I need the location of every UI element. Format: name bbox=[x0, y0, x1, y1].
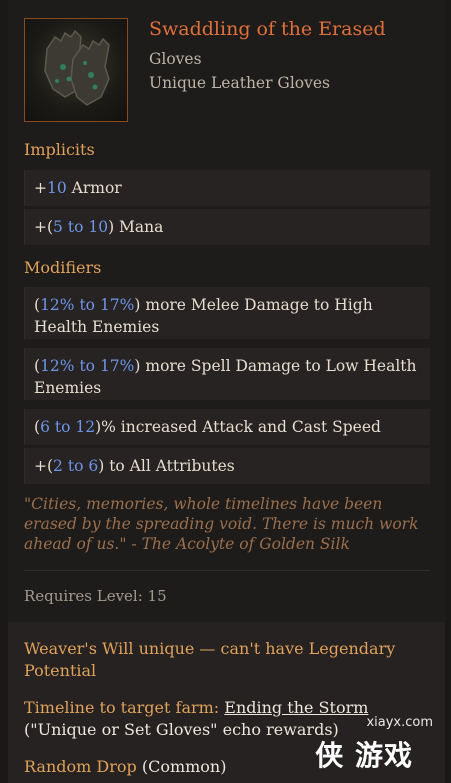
drop-label: Random Drop bbox=[24, 757, 137, 776]
farm-suffix: ("Unique or Set Gloves" echo rewards) bbox=[24, 720, 339, 739]
affix-suffix: ) to All Attributes bbox=[98, 457, 235, 475]
gloves-icon-art bbox=[44, 29, 110, 106]
affix-prefix: + bbox=[34, 179, 47, 197]
affix-suffix: ) Mana bbox=[108, 218, 164, 236]
modifier-row: (12% to 17%) more Melee Damage to High H… bbox=[24, 287, 430, 339]
affix-max-value: 6 bbox=[88, 457, 99, 475]
affix-suffix: )% increased Attack and Cast Speed bbox=[95, 418, 381, 436]
watermark-logo: 侠 游戏 bbox=[315, 739, 413, 772]
timeline-link[interactable]: Ending the Storm bbox=[224, 698, 368, 717]
affix-range-sep: to bbox=[49, 418, 76, 436]
affix-min-value: 2 bbox=[53, 457, 63, 475]
affix-max-value: 10 bbox=[88, 218, 109, 236]
lore-text: "Cities, memories, whole timelines have … bbox=[24, 495, 419, 553]
weavers-will-note: Weaver's Will unique — can't have Legend… bbox=[24, 639, 396, 680]
drop-rarity: (Common) bbox=[136, 757, 227, 776]
affix-min-value: 10 bbox=[47, 179, 67, 197]
implicits-heading: Implicits bbox=[24, 140, 95, 159]
affix-min-value: 6 bbox=[40, 418, 50, 436]
affix-max-value: 17% bbox=[99, 296, 135, 314]
item-tooltip-card: Swaddling of the Erased Gloves Unique Le… bbox=[8, 0, 445, 783]
item-type: Gloves bbox=[149, 50, 202, 68]
item-subtype: Unique Leather Gloves bbox=[149, 74, 330, 92]
affix-prefix: +( bbox=[34, 457, 54, 475]
affix-range-sep: to bbox=[74, 296, 100, 314]
farm-prefix: Timeline to target farm: bbox=[24, 698, 225, 717]
affix-min-value: 5 bbox=[53, 218, 63, 236]
watermark-site: xiayx.com bbox=[366, 715, 433, 730]
modifier-row: (12% to 17%) more Spell Damage to Low He… bbox=[24, 348, 430, 400]
gloves-icon bbox=[24, 18, 128, 122]
affix-max-value: 12 bbox=[75, 418, 96, 436]
modifiers-heading: Modifiers bbox=[24, 258, 102, 277]
implicit-row: +(5 to 10) Mana bbox=[24, 209, 430, 245]
level-requirement: Requires Level: 15 bbox=[24, 587, 167, 605]
modifier-row: +(2 to 6) to All Attributes bbox=[24, 448, 430, 484]
affix-suffix: Armor bbox=[66, 179, 122, 197]
item-header: Swaddling of the Erased Gloves Unique Le… bbox=[24, 18, 444, 126]
section-divider bbox=[24, 570, 430, 571]
item-name: Swaddling of the Erased bbox=[149, 18, 386, 40]
modifier-row: (6 to 12)% increased Attack and Cast Spe… bbox=[24, 409, 430, 445]
implicit-row: +10 Armor bbox=[24, 170, 430, 206]
affix-range-sep: to bbox=[74, 357, 100, 375]
affix-min-value: 12% bbox=[40, 357, 75, 375]
affix-range-sep: to bbox=[62, 218, 89, 236]
affix-prefix: +( bbox=[34, 218, 54, 236]
affix-max-value: 17% bbox=[99, 357, 135, 375]
affix-range-sep: to bbox=[62, 457, 89, 475]
affix-min-value: 12% bbox=[40, 296, 75, 314]
